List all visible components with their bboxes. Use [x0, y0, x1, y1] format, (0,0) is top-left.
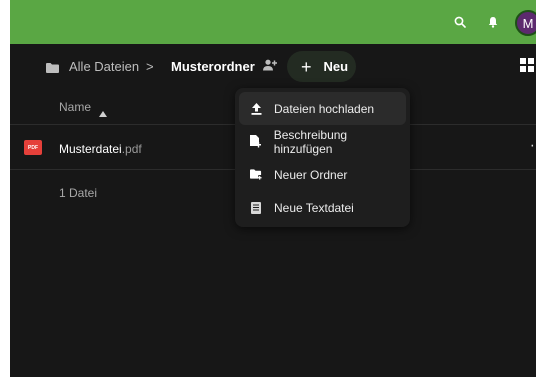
new-menu-dropdown: Dateien hochladen Beschreibung hinzufüge… — [235, 88, 410, 227]
text-file-icon — [250, 201, 262, 214]
breadcrumb-separator: > — [146, 59, 154, 74]
breadcrumb-current-folder[interactable]: Musterordner — [171, 59, 255, 74]
file-extension: .pdf — [121, 142, 142, 156]
menu-item-upload-files[interactable]: Dateien hochladen — [239, 92, 406, 125]
breadcrumb: Alle Dateien > Musterordner + Neu — [10, 48, 536, 84]
share-icon[interactable] — [262, 58, 278, 76]
menu-item-new-folder[interactable]: Neuer Ordner — [239, 158, 406, 191]
more-actions-icon[interactable]: ⋯ — [530, 137, 536, 154]
menu-item-label: Neuer Ordner — [274, 167, 348, 182]
breadcrumb-all-files[interactable]: Alle Dateien — [69, 59, 139, 74]
folder-plus-icon — [250, 169, 262, 181]
menu-item-label: Dateien hochladen — [274, 101, 375, 116]
bell-icon[interactable] — [483, 12, 503, 32]
menu-item-add-description[interactable]: Beschreibung hinzufügen — [239, 125, 406, 158]
menu-item-label: Neue Textdatei — [274, 200, 354, 215]
sort-ascending-icon[interactable] — [99, 104, 107, 122]
file-plus-icon — [250, 135, 262, 148]
avatar[interactable]: M — [515, 10, 536, 36]
app-frame: M Alle Dateien > Musterordner + Neu Name… — [10, 0, 536, 377]
menu-item-label: Beschreibung hinzufügen — [273, 127, 348, 156]
pdf-file-icon: PDF — [24, 140, 42, 155]
file-count-summary: 1 Datei — [59, 186, 98, 200]
grid-view-icon[interactable] — [520, 58, 534, 77]
file-name[interactable]: Musterdatei.pdf — [59, 142, 142, 156]
new-button-label: Neu — [323, 59, 349, 74]
new-button[interactable]: + Neu — [287, 51, 356, 82]
top-bar: M — [10, 0, 536, 44]
search-icon[interactable] — [450, 12, 470, 32]
column-header-name[interactable]: Name — [59, 100, 91, 114]
plus-icon: + — [301, 56, 312, 77]
menu-item-new-text-file[interactable]: Neue Textdatei — [239, 191, 406, 224]
upload-icon — [250, 102, 262, 115]
folder-icon — [46, 60, 59, 78]
file-base-name: Musterdatei — [59, 142, 122, 156]
